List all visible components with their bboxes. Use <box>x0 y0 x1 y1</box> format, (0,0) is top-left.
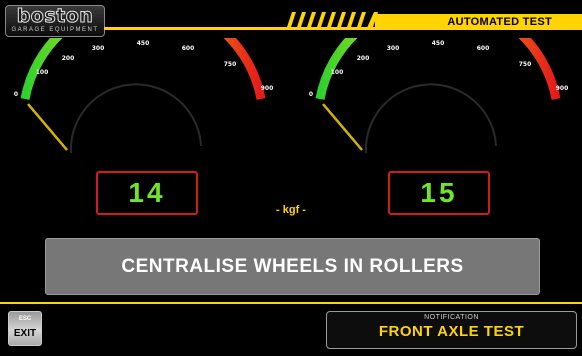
gauge-tick-label: 900 <box>261 85 274 92</box>
brand-subtitle: GARAGE EQUIPMENT <box>11 27 99 33</box>
exit-button[interactable]: ESC EXIT <box>8 311 42 346</box>
gauge-tick-label: 600 <box>477 45 490 52</box>
gauge-tick-label: 300 <box>387 45 400 52</box>
gauge-tick-label: 300 <box>92 45 105 52</box>
gauge-tick-label: 900 <box>556 85 569 92</box>
gauge-tick-label: 750 <box>519 61 532 68</box>
gauge-tick-label: 750 <box>224 61 237 68</box>
gauge-needle <box>322 103 363 151</box>
gauge-tick-label: 0 <box>14 91 18 98</box>
gauge-tick-label: 450 <box>432 40 445 47</box>
gauge-tick-label: 200 <box>62 55 75 62</box>
gauge-tick-label: 200 <box>357 55 370 62</box>
gauge-tick-label: 100 <box>36 69 49 76</box>
esc-key-label: ESC <box>18 316 32 322</box>
gauge-right: 0 100 200 300 450 600 750 900 <box>309 38 569 154</box>
gauge-arc <box>20 38 266 100</box>
gauge-needle <box>27 103 68 151</box>
brand-logo: boston GARAGE EQUIPMENT <box>5 5 105 37</box>
gauge-left: 0 100 200 300 450 600 750 900 <box>14 38 274 154</box>
gauge-tick-label: 600 <box>182 45 195 52</box>
instruction-panel: CENTRALISE WHEELS IN ROLLERS <box>45 238 540 295</box>
inner-track <box>69 83 202 154</box>
readout-left: 14 <box>96 171 198 215</box>
gauge-tick-label: 100 <box>331 69 344 76</box>
footer-divider <box>0 302 582 304</box>
inner-track <box>364 83 497 154</box>
gauge-tick-label: 0 <box>309 91 313 98</box>
notification-label: NOTIFICATION <box>424 314 479 321</box>
brand-name: boston <box>16 5 94 27</box>
notification-box: NOTIFICATION FRONT AXLE TEST <box>326 311 577 349</box>
gauge-tick-label: 450 <box>137 40 150 47</box>
unit-label: - kgf - <box>276 204 306 216</box>
readout-right: 15 <box>388 171 490 215</box>
notification-value: FRONT AXLE TEST <box>378 323 525 340</box>
gauge-arc <box>315 38 561 100</box>
exit-label: EXIT <box>13 328 37 339</box>
page-title: AUTOMATED TEST <box>375 14 582 30</box>
hazard-stripes <box>286 12 378 30</box>
